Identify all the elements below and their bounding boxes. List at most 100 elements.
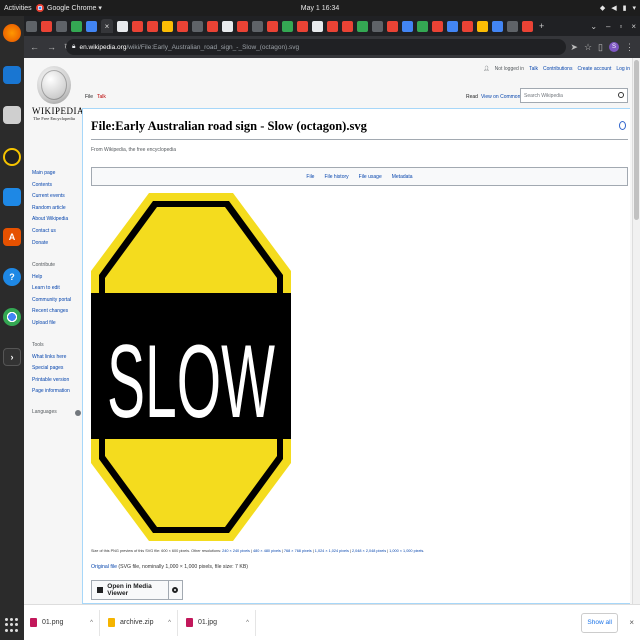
tab-favicon[interactable]	[117, 20, 128, 32]
tab-favicon[interactable]	[447, 20, 458, 32]
side-panel-icon[interactable]: ▯	[598, 42, 603, 53]
tab-favicon[interactable]	[222, 20, 233, 32]
tab-favicon[interactable]	[252, 20, 263, 32]
tab-favicon[interactable]	[327, 20, 338, 32]
sidebar-item-special-pages[interactable]: Special pages	[32, 363, 70, 375]
menu-kebab-icon[interactable]: ⋮	[625, 42, 634, 53]
tab-favicon[interactable]	[162, 20, 173, 32]
log-in-link[interactable]: Log in	[616, 66, 630, 72]
sidebar-item-contact[interactable]: Contact us	[32, 226, 68, 238]
forward-icon[interactable]: →	[47, 42, 56, 53]
tab-talk[interactable]: Talk	[97, 94, 106, 100]
tab-view-on-commons[interactable]: View on Commons	[481, 94, 523, 100]
chevron-up-icon[interactable]: ^	[90, 620, 93, 626]
sidebar-item-upload-file[interactable]: Upload file	[32, 318, 71, 330]
sidebar-item-current-events[interactable]: Current events	[32, 191, 68, 203]
tab-favicon[interactable]	[41, 20, 52, 32]
sidebar-item-learn-to-edit[interactable]: Learn to edit	[32, 283, 71, 295]
bookmark-star-icon[interactable]: ☆	[584, 42, 592, 53]
rhythmbox-icon[interactable]	[3, 148, 21, 166]
globe-location-icon[interactable]	[619, 121, 626, 130]
new-tab-button[interactable]: +	[539, 21, 544, 31]
scrollbar-thumb[interactable]	[634, 60, 639, 220]
download-item[interactable]: 01.jpg ^	[180, 609, 256, 636]
sidebar-item-main-page[interactable]: Main page	[32, 168, 68, 180]
sidebar-item-contents[interactable]: Contents	[32, 180, 68, 192]
tab-read[interactable]: Read	[466, 94, 478, 100]
gear-icon[interactable]	[74, 409, 81, 416]
show-apps-icon[interactable]	[5, 618, 19, 632]
tab-favicon[interactable]	[522, 20, 533, 32]
tab-favicon[interactable]	[492, 20, 503, 32]
resolution-link[interactable]: 480 × 480 pixels	[253, 549, 281, 553]
files-icon[interactable]	[3, 106, 21, 124]
download-item[interactable]: 01.png ^	[24, 609, 100, 636]
resolution-link[interactable]: 768 × 768 pixels	[284, 549, 312, 553]
filenav-file-usage[interactable]: File usage	[359, 174, 382, 180]
tab-favicon[interactable]	[86, 20, 97, 32]
original-file-link[interactable]: Original file	[91, 564, 117, 570]
sidebar-item-community-portal[interactable]: Community portal	[32, 295, 71, 307]
share-icon[interactable]: ➤	[570, 42, 578, 53]
tab-favicon[interactable]	[357, 20, 368, 32]
tab-favicon[interactable]	[192, 20, 203, 32]
media-viewer-settings-button[interactable]	[167, 581, 182, 599]
active-tab-close[interactable]: ×	[101, 19, 113, 33]
activities-button[interactable]: Activities	[0, 5, 36, 12]
tab-favicon[interactable]	[71, 20, 82, 32]
chevron-up-icon[interactable]: ^	[168, 620, 171, 626]
tab-favicon[interactable]	[417, 20, 428, 32]
tab-search-icon[interactable]: ⌄	[590, 22, 597, 31]
sidebar-item-donate[interactable]: Donate	[32, 238, 68, 250]
tab-favicon[interactable]	[147, 20, 158, 32]
filenav-metadata[interactable]: Metadata	[392, 174, 413, 180]
tab-favicon[interactable]	[132, 20, 143, 32]
filenav-file-history[interactable]: File history	[324, 174, 348, 180]
show-all-button[interactable]: Show all	[581, 612, 618, 633]
thunderbird-icon[interactable]	[3, 66, 21, 84]
tab-favicon[interactable]	[282, 20, 293, 32]
resolution-link[interactable]: 1,000 × 1,000 pixels	[389, 549, 423, 553]
tab-favicon[interactable]	[207, 20, 218, 32]
chrome-dock-icon[interactable]	[3, 308, 21, 326]
address-bar[interactable]: 🔒︎ en.wikipedia.org/wiki/File:Early_Aust…	[66, 39, 566, 55]
search-input[interactable]: Search Wikipedia	[520, 88, 628, 103]
system-tray[interactable]: ◆ ◀ ▮ ▾	[600, 4, 636, 12]
tab-favicon[interactable]	[177, 20, 188, 32]
sidebar-item-page-information[interactable]: Page information	[32, 386, 70, 398]
tab-favicon[interactable]	[387, 20, 398, 32]
help-icon[interactable]: ?	[3, 268, 21, 286]
profile-avatar[interactable]: S	[609, 42, 619, 52]
download-item[interactable]: archive.zip ^	[102, 609, 178, 636]
lock-icon[interactable]: 🔒︎	[72, 43, 75, 51]
sidebar-item-recent-changes[interactable]: Recent changes	[32, 306, 71, 318]
tab-favicon[interactable]	[56, 20, 67, 32]
tab-favicon[interactable]	[297, 20, 308, 32]
sidebar-item-help[interactable]: Help	[32, 272, 71, 284]
tab-favicon[interactable]	[237, 20, 248, 32]
page-scrollbar[interactable]	[632, 58, 640, 604]
slow-sign-image[interactable]: SLOW	[89, 191, 293, 543]
resolution-link[interactable]: 1,024 × 1,024 pixels	[315, 549, 349, 553]
filenav-file[interactable]: File	[306, 174, 314, 180]
tab-favicon[interactable]	[267, 20, 278, 32]
clock[interactable]: May 1 16:34	[301, 5, 340, 12]
tab-favicon[interactable]	[462, 20, 473, 32]
sidebar-item-printable-version[interactable]: Printable version	[32, 375, 70, 387]
terminal-icon[interactable]: ›	[3, 348, 21, 366]
back-icon[interactable]: ←	[30, 42, 39, 53]
wikipedia-logo[interactable]: WIKIPEDIA The Free Encyclopedia	[32, 66, 84, 121]
contributions-link[interactable]: Contributions	[543, 66, 572, 72]
create-account-link[interactable]: Create account	[577, 66, 611, 72]
tab-favicon[interactable]	[507, 20, 518, 32]
sidebar-item-random-article[interactable]: Random article	[32, 203, 68, 215]
tab-favicon[interactable]	[432, 20, 443, 32]
minimize-icon[interactable]: –	[606, 22, 610, 31]
sidebar-item-about[interactable]: About Wikipedia	[32, 214, 68, 226]
search-icon[interactable]	[618, 92, 624, 98]
sidebar-item-what-links-here[interactable]: What links here	[32, 352, 70, 364]
resolution-link[interactable]: 240 × 240 pixels	[222, 549, 250, 553]
app-menu[interactable]: Google Chrome ▾	[36, 4, 102, 12]
software-center-icon[interactable]: A	[3, 228, 21, 246]
close-download-bar-icon[interactable]: ×	[629, 618, 634, 627]
